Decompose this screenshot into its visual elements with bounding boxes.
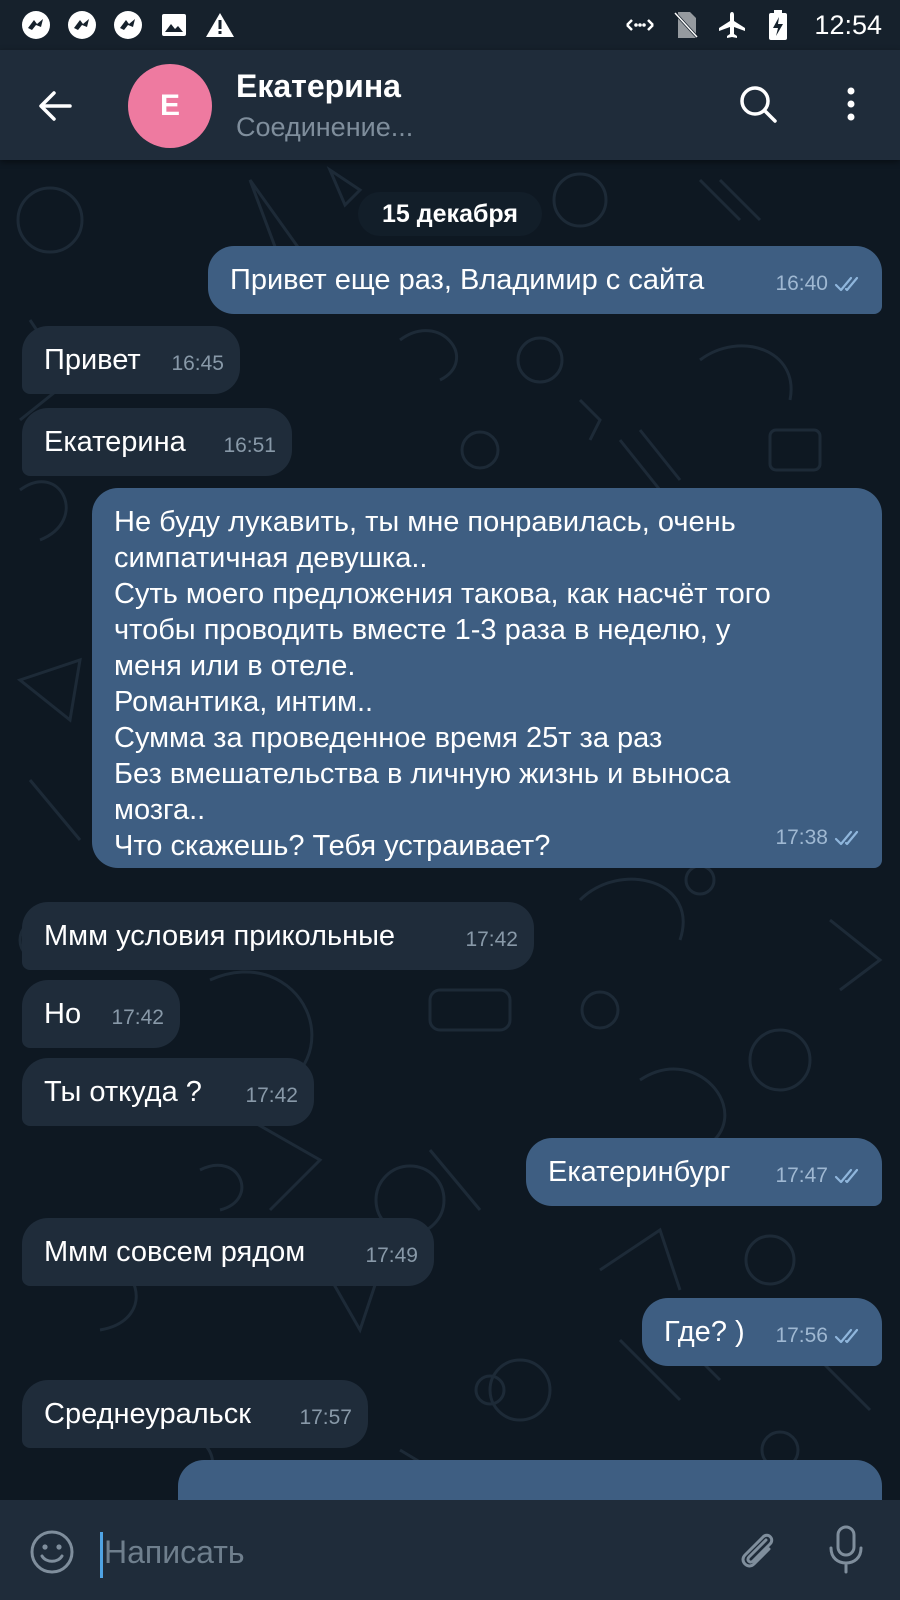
- message-meta: 17:47: [775, 1158, 866, 1194]
- message-composer: [0, 1500, 900, 1600]
- emoji-button[interactable]: [28, 1528, 76, 1576]
- chat-area[interactable]: 15 декабря Привет еще раз, Владимир с са…: [0, 160, 900, 1500]
- paperclip-icon: [741, 1533, 774, 1568]
- message-time: 17:49: [365, 1244, 418, 1267]
- message-meta: 17:57: [299, 1400, 352, 1436]
- outgoing-message[interactable]: Привет еще раз, Владимир с сайта 16:40: [208, 246, 882, 314]
- status-notifications: [20, 9, 236, 41]
- message-meta: 17:42: [465, 922, 518, 958]
- incoming-message[interactable]: Но 17:42: [22, 980, 180, 1048]
- incoming-message[interactable]: Екатерина 16:51: [22, 408, 292, 476]
- app-notification-icon: [66, 9, 98, 41]
- microphone-button[interactable]: [824, 1524, 868, 1576]
- message-time: 17:42: [111, 1006, 164, 1029]
- outgoing-message-partial[interactable]: [178, 1460, 882, 1500]
- app-notification-icon: [20, 9, 52, 41]
- message-text: Не буду лукавить, ты мне понравилась, оч…: [114, 506, 771, 862]
- message-text: Ммм условия прикольные: [44, 920, 396, 952]
- message-meta: 17:56: [775, 1318, 866, 1354]
- message-meta: 16:51: [223, 428, 276, 464]
- more-options-button[interactable]: [836, 82, 866, 126]
- arrow-left-icon: [39, 91, 72, 121]
- message-time: 17:42: [245, 1084, 298, 1107]
- more-vertical-icon: [847, 87, 855, 121]
- status-time: 12:54: [814, 9, 882, 40]
- incoming-message[interactable]: Ммм условия прикольные 17:42: [22, 902, 534, 970]
- message-meta: 17:49: [365, 1238, 418, 1274]
- message-time: 17:38: [775, 826, 828, 849]
- emoji-icon: [30, 1530, 74, 1574]
- double-check-icon: [834, 1168, 859, 1184]
- no-sim-icon: [670, 9, 702, 41]
- search-button[interactable]: [736, 82, 780, 126]
- message-time: 17:56: [775, 1324, 828, 1347]
- message-meta: 16:45: [171, 346, 224, 382]
- microphone-icon: [829, 1525, 863, 1574]
- outgoing-message[interactable]: Не буду лукавить, ты мне понравилась, оч…: [92, 488, 882, 868]
- double-check-icon: [834, 830, 859, 846]
- outgoing-message[interactable]: Где? ) 17:56: [642, 1298, 882, 1366]
- incoming-message[interactable]: Среднеуральск 17:57: [22, 1380, 368, 1448]
- message-time: 17:57: [299, 1406, 352, 1429]
- message-meta: 17:42: [245, 1078, 298, 1114]
- data-transfer-icon: [624, 9, 656, 41]
- battery-charging-icon: [762, 9, 794, 41]
- attach-button[interactable]: [732, 1526, 780, 1574]
- message-meta: 17:38: [775, 820, 866, 856]
- message-text: Ммм совсем рядом: [44, 1236, 306, 1268]
- message-time: 17:42: [465, 928, 518, 951]
- status-bar: 12:54: [0, 0, 900, 50]
- double-check-icon: [834, 276, 859, 292]
- message-time: 16:51: [223, 434, 276, 457]
- message-text: Привет еще раз, Владимир с сайта: [230, 264, 705, 296]
- outgoing-message[interactable]: Екатеринбург 17:47: [526, 1138, 882, 1206]
- incoming-message[interactable]: Ммм совсем рядом 17:49: [22, 1218, 434, 1286]
- back-button[interactable]: [34, 84, 78, 128]
- message-time: 17:47: [775, 1164, 828, 1187]
- message-time: 16:45: [171, 352, 224, 375]
- date-separator: 15 декабря: [358, 192, 542, 236]
- message-input[interactable]: [104, 1526, 684, 1578]
- airplane-mode-icon: [716, 9, 748, 41]
- app-notification-icon: [112, 9, 144, 41]
- warning-icon: [204, 9, 236, 41]
- contact-status: Соединение...: [236, 112, 414, 142]
- incoming-message[interactable]: Привет 16:45: [22, 326, 240, 394]
- avatar[interactable]: Е: [128, 64, 212, 148]
- image-icon: [158, 9, 190, 41]
- status-system: 12:54: [624, 9, 882, 41]
- chat-header: Е Екатерина Соединение...: [0, 50, 900, 160]
- avatar-letter: Е: [159, 89, 180, 122]
- search-icon: [740, 86, 777, 123]
- incoming-message[interactable]: Ты откуда ? 17:42: [22, 1058, 314, 1126]
- double-check-icon: [834, 1328, 859, 1344]
- contact-name[interactable]: Екатерина: [236, 68, 401, 105]
- text-cursor: [100, 1532, 103, 1578]
- message-time: 16:40: [775, 272, 828, 295]
- message-meta: 16:40: [775, 266, 866, 302]
- message-meta: 17:42: [111, 1000, 164, 1036]
